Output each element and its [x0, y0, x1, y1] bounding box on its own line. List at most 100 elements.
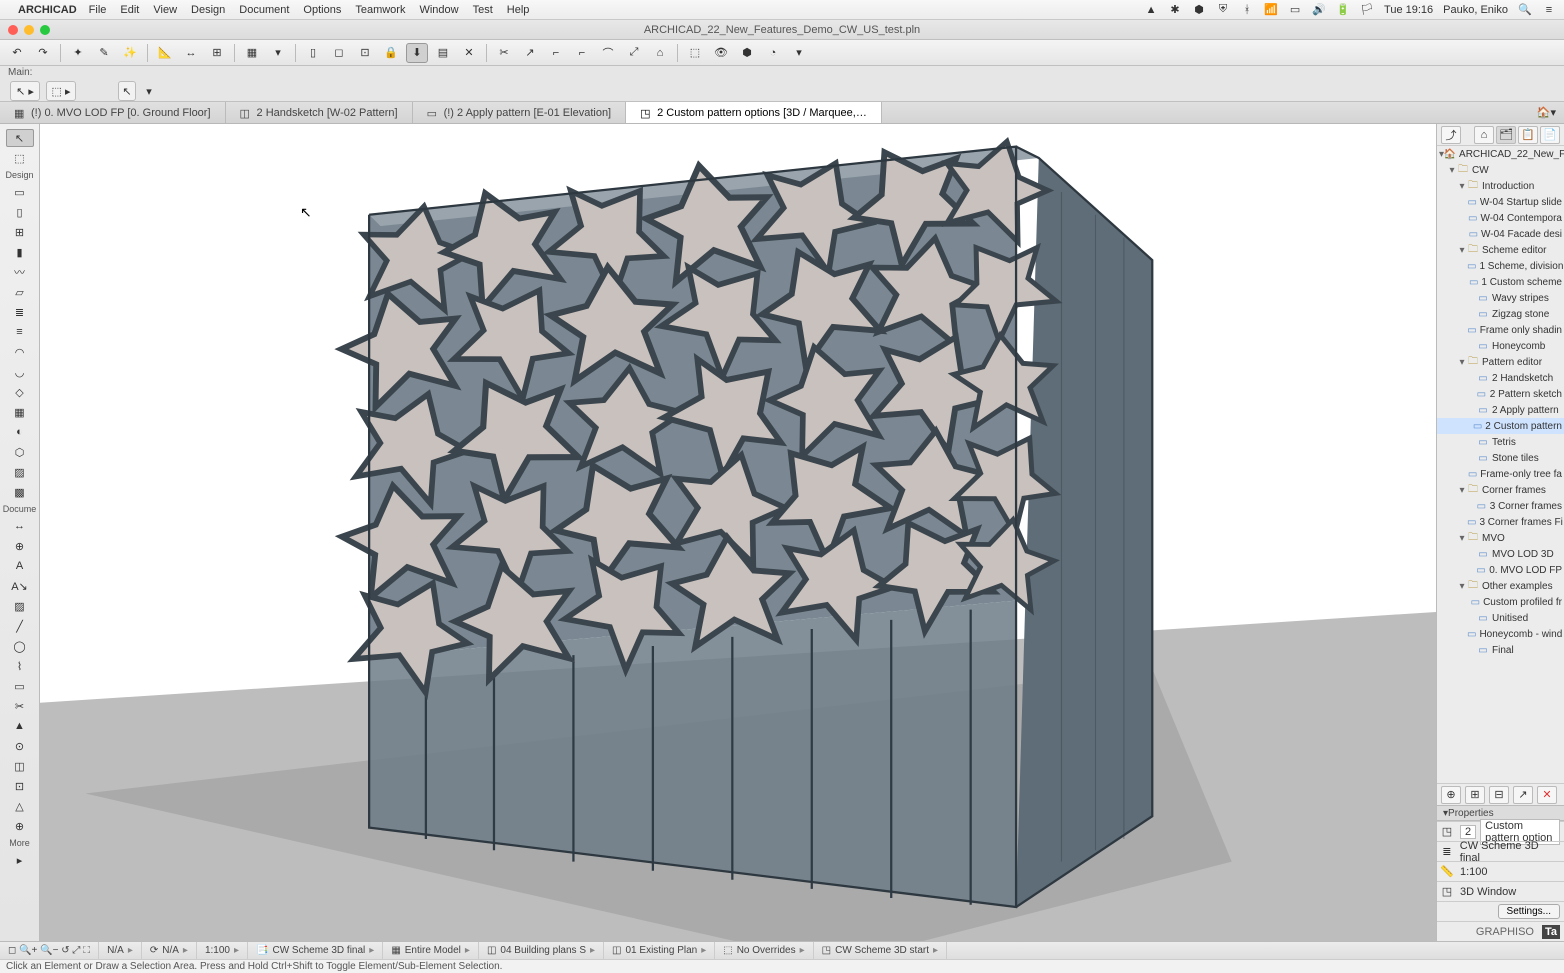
menu-test[interactable]: Test: [473, 4, 493, 16]
detail-tool[interactable]: ⊡: [6, 777, 34, 795]
menu-teamwork[interactable]: Teamwork: [355, 4, 405, 16]
pick-icon[interactable]: ✦: [67, 43, 89, 63]
tree-view-row[interactable]: ▭0. MVO LOD FP: [1437, 562, 1564, 578]
menu-extras-icon[interactable]: ≡: [1542, 3, 1556, 17]
menu-options[interactable]: Options: [303, 4, 341, 16]
status-icon-2[interactable]: ✱: [1168, 3, 1182, 17]
tab-elevation[interactable]: ▭ (!) 2 Apply pattern [E-01 Elevation]: [413, 102, 627, 123]
prop-id[interactable]: 2: [1460, 825, 1476, 839]
arc-tool[interactable]: ◯: [6, 637, 34, 655]
more-expand[interactable]: ▸: [6, 851, 34, 869]
box-icon[interactable]: ◻: [328, 43, 350, 63]
volume-icon[interactable]: 🔊: [1312, 3, 1326, 17]
roof-tool[interactable]: ◠: [6, 343, 34, 361]
group-icon[interactable]: ⊡: [354, 43, 376, 63]
polyline-tool[interactable]: ⌇: [6, 657, 34, 675]
suspend-icon[interactable]: ✕: [458, 43, 480, 63]
menu-help[interactable]: Help: [507, 4, 530, 16]
nav-action-2[interactable]: ⊞: [1465, 786, 1485, 804]
nav-view-map[interactable]: 🗂: [1496, 126, 1516, 144]
worksheet-tool[interactable]: ◫: [6, 757, 34, 775]
wifi-icon[interactable]: 📶: [1264, 3, 1278, 17]
qb-item-5[interactable]: CW Scheme 3D start: [835, 945, 929, 956]
wall-tool[interactable]: ▭: [6, 183, 34, 201]
grid-icon[interactable]: ▦: [241, 43, 263, 63]
tab-3d[interactable]: ◳ 2 Custom pattern options [3D / Marquee…: [626, 102, 882, 123]
status-icon-1[interactable]: ▲: [1144, 3, 1158, 17]
lock-icon[interactable]: 🔒: [380, 43, 402, 63]
fillet-icon[interactable]: ⌒: [597, 43, 619, 63]
skylight-tool[interactable]: ◇: [6, 383, 34, 401]
tab-worksheet[interactable]: ◫ 2 Handsketch [W-02 Pattern]: [226, 102, 413, 123]
marquee-mode-button[interactable]: ⬚ ▸: [46, 81, 76, 101]
tree-view-row[interactable]: ▭Tetris: [1437, 434, 1564, 450]
nav-action-1[interactable]: ⊕: [1441, 786, 1461, 804]
app-name[interactable]: ARCHICAD: [18, 4, 77, 16]
tree-view-row[interactable]: ▭3 Corner frames Fi: [1437, 514, 1564, 530]
tree-toggle[interactable]: ▾: [1457, 581, 1467, 592]
edit-sel-icon[interactable]: ⬚: [684, 43, 706, 63]
show-sel-icon[interactable]: 👁: [710, 43, 732, 63]
gravity-icon[interactable]: ⬇: [406, 43, 428, 63]
status-icon-3[interactable]: ⬢: [1192, 3, 1206, 17]
stair-tool[interactable]: ≣: [6, 303, 34, 321]
tree-view-row[interactable]: ▭Zigzag stone: [1437, 306, 1564, 322]
tree-toggle[interactable]: ▾: [1457, 181, 1467, 192]
3dstyle-icon[interactable]: ◔: [762, 43, 784, 63]
magicwand-icon[interactable]: ✨: [119, 43, 141, 63]
eyedropper-icon[interactable]: ✎: [93, 43, 115, 63]
tree-folder-row[interactable]: ▾🗀Introduction: [1437, 178, 1564, 194]
grid-menu-icon[interactable]: ▾: [267, 43, 289, 63]
change-tool[interactable]: △: [6, 797, 34, 815]
window-tool[interactable]: ⊞: [6, 223, 34, 241]
label-tool[interactable]: A↘: [6, 577, 34, 595]
tree-view-row[interactable]: ▭Final: [1437, 642, 1564, 658]
tree-view-row[interactable]: ▭W-04 Facade desi: [1437, 226, 1564, 242]
guide-icon[interactable]: ↔: [180, 43, 202, 63]
menu-document[interactable]: Document: [239, 4, 289, 16]
arrow-tool-button[interactable]: ↖: [118, 81, 136, 101]
tree-folder-row[interactable]: ▾🗀Other examples: [1437, 578, 1564, 594]
qb-item-1[interactable]: Entire Model: [405, 945, 461, 956]
menu-design[interactable]: Design: [191, 4, 225, 16]
beam-tool[interactable]: 〰: [6, 263, 34, 281]
tree-toggle[interactable]: ▾: [1457, 533, 1467, 544]
arrow-mode-button[interactable]: ↖ ▸: [10, 81, 40, 101]
tree-folder-row[interactable]: ▾🗀Scheme editor: [1437, 242, 1564, 258]
curtainwall-tool[interactable]: ▦: [6, 403, 34, 421]
shell-tool[interactable]: ◡: [6, 363, 34, 381]
tab-overflow-button[interactable]: 🏠▾: [1529, 102, 1564, 123]
bluetooth-icon[interactable]: ᚼ: [1240, 3, 1254, 17]
qb-item-4[interactable]: No Overrides: [737, 945, 796, 956]
tree-view-row[interactable]: ▭W-04 Startup slide: [1437, 194, 1564, 210]
tree-view-row[interactable]: ▭Honeycomb: [1437, 338, 1564, 354]
tree-view-row[interactable]: ▭Stone tiles: [1437, 450, 1564, 466]
tree-view-row[interactable]: ▭2 Pattern sketch: [1437, 386, 1564, 402]
tree-view-row[interactable]: ▭Custom profiled fr: [1437, 594, 1564, 610]
menu-edit[interactable]: Edit: [120, 4, 139, 16]
settings-button[interactable]: Settings...: [1498, 904, 1560, 919]
undo-icon[interactable]: ↶: [6, 43, 28, 63]
minimize-button[interactable]: [24, 25, 34, 35]
split-icon[interactable]: ⌐: [545, 43, 567, 63]
tree-view-row[interactable]: ▭Unitised: [1437, 610, 1564, 626]
status-icon-4[interactable]: ⛨: [1216, 3, 1230, 17]
display-icon[interactable]: ▭: [1288, 3, 1302, 17]
zone-tool[interactable]: ▨: [6, 463, 34, 481]
nav-project-map[interactable]: ⌂: [1474, 126, 1494, 144]
morph-tool[interactable]: ◐: [6, 423, 34, 441]
drawing-tool[interactable]: ▭: [6, 677, 34, 695]
snap-icon[interactable]: ⊞: [206, 43, 228, 63]
marquee-tool[interactable]: ⬚: [6, 149, 34, 167]
close-button[interactable]: [8, 25, 18, 35]
nav-popup-button[interactable]: ⤴: [1441, 126, 1461, 144]
fill-tool[interactable]: ▨: [6, 597, 34, 615]
level-tool[interactable]: ⊕: [6, 537, 34, 555]
tree-folder-row[interactable]: ▾🗀CW: [1437, 162, 1564, 178]
tree-toggle[interactable]: ▾: [1457, 245, 1467, 256]
tree-view-row[interactable]: ▭3 Corner frames: [1437, 498, 1564, 514]
spotlight-icon[interactable]: 🔍: [1518, 3, 1532, 17]
qb-item-3[interactable]: 01 Existing Plan: [626, 945, 698, 956]
select-icon[interactable]: ▯: [302, 43, 324, 63]
ruler-icon[interactable]: 📐: [154, 43, 176, 63]
